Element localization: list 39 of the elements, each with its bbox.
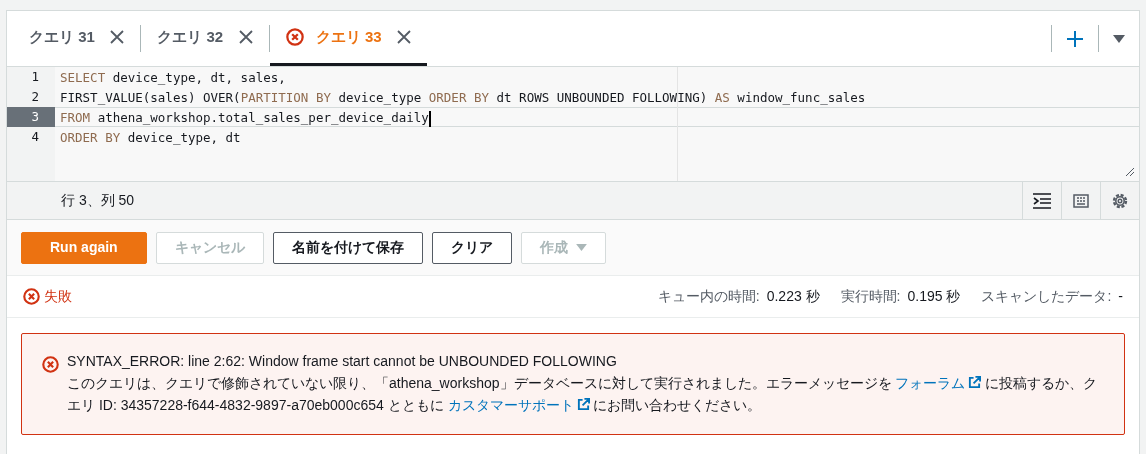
close-icon[interactable] (397, 30, 412, 44)
cursor-position: 行 3、列 50 (60, 191, 135, 210)
close-icon[interactable] (110, 30, 125, 44)
plus-icon (1066, 29, 1084, 48)
resize-handle-icon[interactable] (1125, 167, 1135, 177)
code-line: FROM athena_workshop.total_sales_per_device_daily (60, 110, 429, 125)
status-label: 失敗 (43, 287, 72, 306)
error-icon (23, 288, 40, 305)
code-line: FIRST_VALUE(sales) OVER(PARTITION BY device_type ORDER BY dt ROWS UNBOUNDED FOLLOWING) AS window_func_sales (60, 90, 866, 105)
link[interactable]: フォーラム (895, 375, 982, 391)
line-number: 4 (30, 128, 40, 146)
stat-value: - (1118, 287, 1123, 306)
settings-icon (1111, 191, 1129, 210)
external-link-icon (968, 376, 982, 389)
code-line: SELECT device_type, dt, sales, (60, 70, 286, 85)
close-icon[interactable] (238, 30, 253, 44)
query-tab[interactable]: クエリ 31 (13, 11, 141, 66)
query-tab[interactable]: クエリ 32 (141, 11, 269, 66)
link[interactable]: カスタマーサポート (447, 397, 590, 413)
action-button[interactable]: クリア (431, 231, 512, 264)
indent-icon (1033, 192, 1051, 209)
line-number: 3 (7, 107, 55, 127)
stat-value: 0.223 秒 (766, 287, 820, 306)
stat-value: 0.195 秒 (907, 287, 961, 306)
code-line: ORDER BY device_type, dt (60, 130, 241, 145)
action-button[interactable]: 名前を付けて保存 (272, 231, 423, 264)
action-button[interactable]: Run again (21, 231, 147, 264)
caret-icon (575, 243, 587, 252)
caret-icon (1113, 33, 1125, 44)
line-number: 2 (30, 88, 40, 106)
error-message: このクエリは、クエリで修飾されていない限り、「athena_workshop」データベースに対して実行されました。エラーメッセージを フォーラム に投稿するか、クエリ ID: 34357228-f644-4832-9897-a70eb000c654 とともに カスタマーサポート にお問い合わせください。 (67, 374, 1099, 415)
error-title: SYNTAX_ERROR: line 2:62: Window frame start cannot be UNBOUNDED FOLLOWING (67, 352, 618, 371)
line-number: 1 (30, 68, 40, 86)
external-link-icon (576, 398, 590, 411)
error-icon (42, 356, 59, 374)
stat-label: スキャンしたデータ: (981, 287, 1112, 306)
stat-label: キュー内の時間: (657, 287, 760, 306)
keyboard-icon (1073, 193, 1089, 208)
stat-label: 実行時間: (840, 287, 901, 306)
